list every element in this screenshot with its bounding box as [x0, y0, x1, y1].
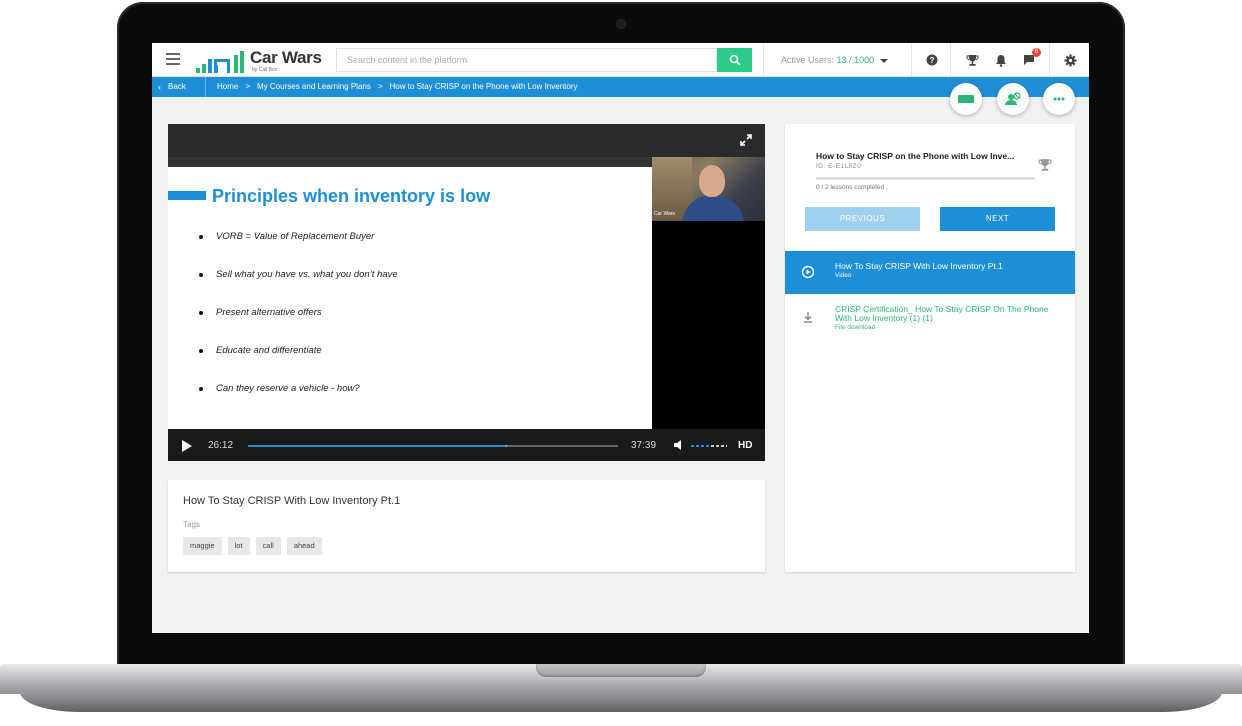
video-camera-icon — [958, 95, 974, 103]
back-button[interactable]: ‹ Back — [152, 77, 206, 97]
slide-bullet: Can they reserve a vehicle - how? — [198, 383, 398, 421]
active-users[interactable]: Active Users: 13 / 1000 — [781, 55, 888, 65]
volume-slider[interactable] — [691, 445, 727, 447]
laptop-base-lip — [20, 692, 1222, 712]
bell-icon[interactable] — [993, 52, 1009, 68]
help-icon[interactable]: ? — [924, 52, 940, 68]
video-header — [168, 124, 765, 157]
breadcrumb-courses[interactable]: My Courses and Learning Plans — [257, 82, 371, 91]
user-status-button[interactable] — [997, 83, 1029, 115]
active-users-max: 1000 — [854, 55, 875, 65]
more-dots-icon — [1053, 97, 1065, 101]
logo-text: Car Wars — [250, 48, 322, 67]
chevron-left-icon: ‹ — [158, 82, 161, 92]
play-icon[interactable] — [182, 440, 192, 452]
user-block-icon — [1005, 92, 1021, 105]
search-box — [336, 48, 718, 72]
gear-icon[interactable] — [1062, 52, 1078, 68]
slide-accent-bar — [168, 191, 206, 200]
previous-button[interactable]: PREVIOUS — [805, 207, 920, 231]
logo-subtext: by Call Box — [252, 67, 278, 73]
course-id: ID: E-E1L5Z0 — [816, 163, 862, 170]
quality-button[interactable]: HD — [738, 440, 752, 451]
search-input[interactable] — [337, 49, 718, 71]
breadcrumb-separator: > — [377, 82, 383, 91]
laptop-camera — [617, 20, 625, 28]
more-button[interactable] — [1043, 83, 1075, 115]
slide-bullet: VORB = Value of Replacement Buyer — [198, 231, 398, 269]
search-icon — [729, 54, 741, 66]
active-users-label: Active Users: — [781, 55, 835, 65]
tags-label: Tags — [183, 520, 200, 529]
divider — [763, 43, 764, 77]
tag[interactable]: call — [255, 537, 281, 555]
video-player[interactable]: Principles when inventory is low VORB = … — [168, 124, 765, 461]
tag-list: maggie lot call ahead — [183, 537, 322, 555]
active-users-separator: / — [846, 55, 855, 65]
menu-icon[interactable] — [166, 53, 180, 65]
screen: Car Wars by Call Box Active Users: 13 / … — [152, 43, 1089, 633]
tag[interactable]: maggie — [183, 537, 222, 555]
lesson-type: File download — [835, 324, 876, 331]
search-button[interactable] — [717, 48, 752, 72]
slide-bullet: Sell what you have vs. what you don’t ha… — [198, 269, 398, 307]
course-progress-bar — [816, 177, 1035, 180]
lesson-type: Video — [835, 272, 852, 279]
divider — [950, 43, 951, 77]
laptop-notch — [536, 664, 706, 677]
tag[interactable]: ahead — [286, 537, 322, 555]
seek-progress — [248, 445, 506, 447]
notification-badge: 6 — [1032, 48, 1041, 57]
slide-bullets: VORB = Value of Replacement Buyer Sell w… — [198, 231, 398, 421]
download-icon — [804, 312, 812, 323]
current-time: 26:12 — [208, 440, 234, 451]
duration: 37:39 — [631, 440, 657, 451]
volume-icon[interactable] — [673, 439, 685, 451]
breadcrumb-bar: ‹ Back Home > My Courses and Learning Plan… — [152, 77, 1089, 97]
lesson-title: How To Stay CRISP With Low Inventory Pt.… — [835, 261, 1003, 271]
webcam-label: Car Wars — [654, 211, 675, 217]
chevron-down-icon — [879, 58, 888, 63]
svg-text:?: ? — [930, 56, 935, 65]
slide-bullet: Educate and differentiate — [198, 345, 398, 383]
breadcrumb-home[interactable]: Home — [217, 82, 238, 91]
active-users-current: 13 — [836, 55, 847, 65]
lesson-item[interactable]: How To Stay CRISP With Low Inventory Pt.… — [785, 251, 1075, 294]
slide-bullet: Present alternative offers — [198, 307, 398, 345]
lessons-completed: 0 / 2 lessons completed — [816, 184, 885, 191]
back-label: Back — [168, 82, 186, 91]
webcam-presenter-head — [699, 165, 725, 197]
slide-title: Principles when inventory is low — [212, 186, 491, 206]
play-circle-icon — [801, 265, 815, 279]
course-title: How to Stay CRISP on the Phone with Low … — [816, 151, 1015, 161]
trophy-icon — [1038, 159, 1052, 171]
app-logo[interactable]: Car Wars by Call Box — [196, 47, 326, 75]
trophy-icon[interactable] — [964, 52, 980, 68]
lesson-title: How To Stay CRISP With Low Inventory Pt.… — [183, 495, 401, 507]
lesson-title: CRISP Certification_ How To Stay CRISP O… — [835, 304, 1049, 323]
collapse-icon[interactable] — [740, 134, 752, 146]
divider — [911, 43, 912, 77]
video-call-button[interactable] — [950, 83, 982, 115]
volume-slider-rest — [711, 445, 727, 447]
course-sidebar: How to Stay CRISP on the Phone with Low … — [785, 124, 1075, 572]
video-controls: 26:12 37:39 HD — [168, 429, 765, 461]
top-bar: Car Wars by Call Box Active Users: 13 / … — [152, 43, 1089, 77]
breadcrumb-separator: > — [245, 82, 251, 91]
laptop-mockup: Car Wars by Call Box Active Users: 13 / … — [0, 0, 1242, 726]
divider — [1049, 43, 1050, 77]
logo-bars-icon — [196, 51, 244, 73]
seek-bar[interactable] — [248, 445, 618, 447]
next-button[interactable]: NEXT — [940, 207, 1055, 231]
tag[interactable]: lot — [227, 537, 250, 555]
breadcrumb: Home > My Courses and Learning Plans > How t… — [217, 77, 577, 97]
breadcrumb-current: How to Stay CRISP on the Phone with Low … — [389, 82, 578, 91]
slide: Principles when inventory is low VORB = … — [168, 167, 652, 429]
webcam-feed: Car Wars — [652, 157, 765, 221]
lesson-info-card: How To Stay CRISP With Low Inventory Pt.… — [168, 480, 765, 572]
lesson-item[interactable]: CRISP Certification_ How To Stay CRISP O… — [785, 296, 1075, 340]
